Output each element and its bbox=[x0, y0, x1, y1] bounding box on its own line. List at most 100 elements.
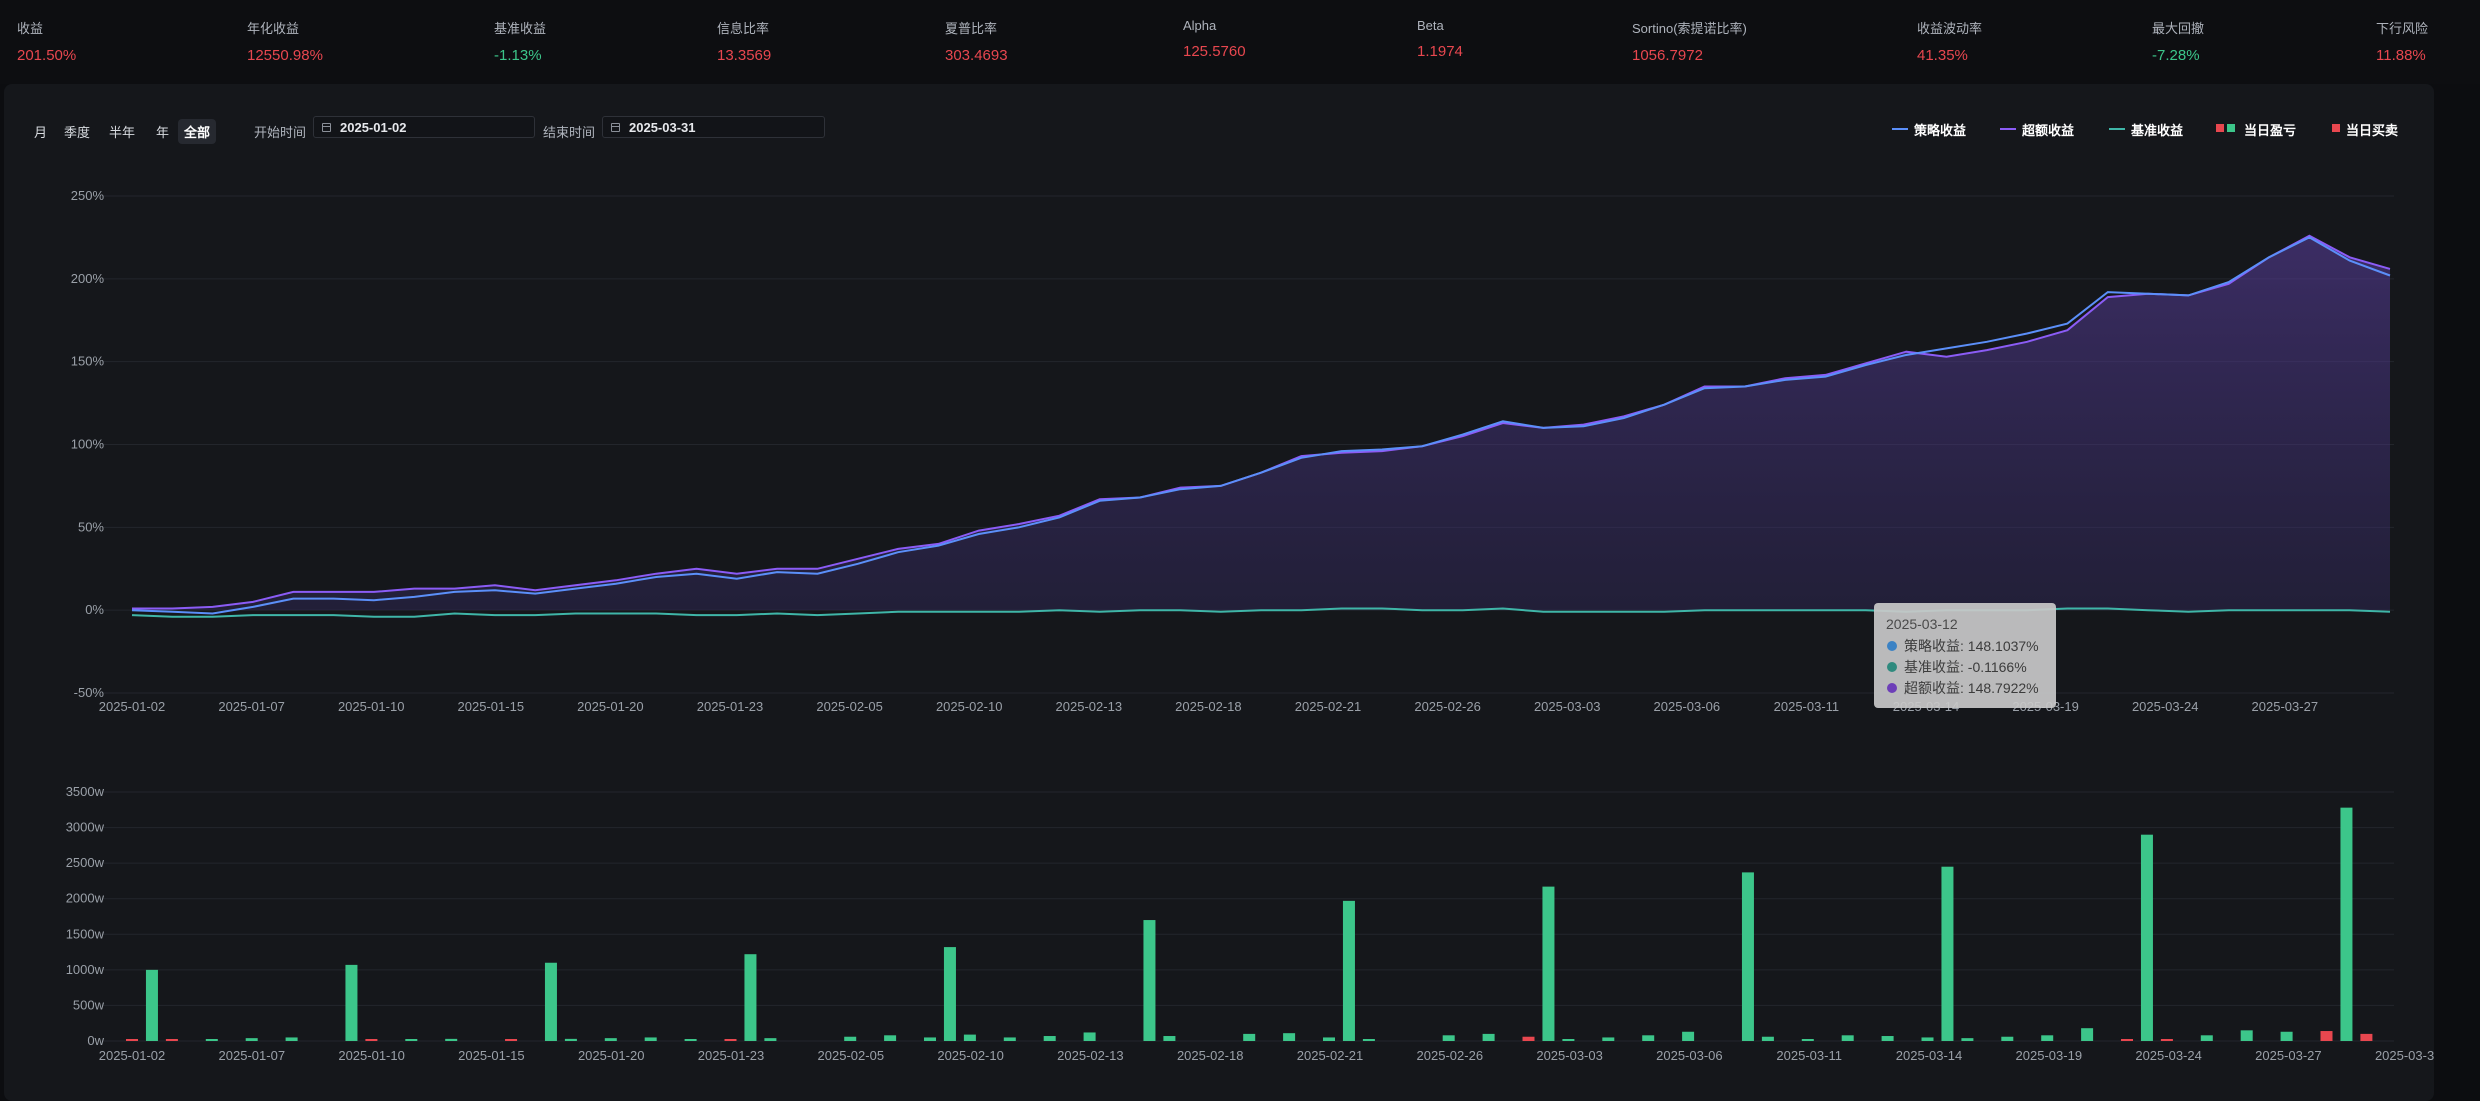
bar bbox=[844, 1036, 857, 1041]
x-tick-label: 2025-03-24 bbox=[2132, 699, 2199, 714]
y-tick-label: 0w bbox=[87, 1033, 104, 1048]
bar bbox=[2041, 1035, 2054, 1041]
bar bbox=[1243, 1033, 1256, 1041]
bar bbox=[1602, 1037, 1615, 1041]
bar bbox=[943, 947, 956, 1041]
bar bbox=[2001, 1036, 2014, 1041]
stat-value: -7.28% bbox=[2152, 47, 2200, 64]
x-tick-label: 2025-01-20 bbox=[577, 699, 644, 714]
x-tick-label: 2025-03-11 bbox=[1774, 699, 1840, 714]
x-tick-label: 2025-01-02 bbox=[99, 1048, 166, 1063]
stat-value: 11.88% bbox=[2376, 47, 2426, 64]
stat-2: 基准收益 -1.13% bbox=[494, 18, 546, 64]
stat-value: 303.4693 bbox=[945, 47, 1008, 64]
bar bbox=[405, 1039, 418, 1041]
bar bbox=[365, 1039, 378, 1041]
bar bbox=[884, 1035, 897, 1041]
x-tick-label: 2025-03-27 bbox=[2255, 1048, 2322, 1063]
bar bbox=[165, 1039, 178, 1041]
stat-value: 41.35% bbox=[1917, 47, 1968, 64]
bar bbox=[963, 1034, 976, 1041]
bar bbox=[1741, 872, 1754, 1041]
bar bbox=[1801, 1039, 1814, 1041]
x-tick-label: 2025-02-05 bbox=[818, 1048, 885, 1063]
x-tick-label: 2025-03-27 bbox=[2252, 699, 2319, 714]
stat-label: 基准收益 bbox=[494, 21, 547, 36]
bar bbox=[1323, 1037, 1335, 1041]
x-tick-label: 2025-02-21 bbox=[1295, 699, 1362, 714]
stats-bar: 收益 201.50% 年化收益 12550.98% 基准收益 -1.13% 信息比率 13.3… bbox=[0, 0, 2480, 84]
bar bbox=[1283, 1033, 1296, 1041]
bar bbox=[1542, 886, 1555, 1041]
x-tick-label: 2025-01-07 bbox=[219, 1048, 286, 1063]
x-tick-label: 2025-01-07 bbox=[218, 699, 285, 714]
x-tick-label: 2025-01-10 bbox=[338, 1048, 405, 1063]
stat-value: 1056.7972 bbox=[1632, 47, 1703, 64]
x-tick-label: 2025-03-11 bbox=[1776, 1048, 1842, 1063]
bar bbox=[1143, 920, 1156, 1041]
tooltip-row: 基准收益: -0.1166% bbox=[1904, 659, 2027, 675]
stat-value: 125.5760 bbox=[1183, 43, 1246, 60]
bar bbox=[1163, 1036, 1176, 1041]
x-tick-label: 2025-01-02 bbox=[99, 699, 166, 714]
stat-8: 收益波动率 41.35% bbox=[1917, 18, 1982, 64]
stat-value: 1.1974 bbox=[1417, 43, 1463, 60]
stat-1: 年化收益 12550.98% bbox=[247, 18, 323, 64]
x-tick-label: 2025-01-10 bbox=[338, 699, 405, 714]
y-tick-label: 100% bbox=[71, 437, 105, 452]
y-tick-label: 3000w bbox=[66, 820, 105, 835]
bar bbox=[1761, 1036, 1774, 1041]
stat-label: 收益 bbox=[17, 21, 44, 36]
stat-label: 收益波动率 bbox=[1917, 21, 1983, 36]
x-tick-label: 2025-02-26 bbox=[1414, 699, 1481, 714]
x-tick-label: 2025-01-20 bbox=[578, 1048, 645, 1063]
bar bbox=[1362, 1039, 1375, 1041]
y-tick-label: 0% bbox=[85, 602, 104, 617]
bar bbox=[2280, 1031, 2293, 1041]
bar bbox=[245, 1038, 258, 1041]
bar bbox=[724, 1039, 737, 1041]
stat-label: 年化收益 bbox=[247, 21, 300, 36]
stat-7: Sortino(索提诺比率) 1056.7972 bbox=[1632, 18, 1747, 64]
tooltip-row: 超额收益: 148.7922% bbox=[1904, 680, 2039, 696]
stat-value: -1.13% bbox=[494, 47, 542, 64]
x-tick-label: 2025-03-14 bbox=[1896, 1048, 1963, 1063]
excess-area bbox=[132, 235, 2390, 611]
bar bbox=[2200, 1035, 2213, 1041]
x-tick-label: 2025-02-18 bbox=[1177, 1048, 1244, 1063]
bar bbox=[205, 1039, 218, 1041]
x-tick-label: 2025-02-13 bbox=[1056, 699, 1123, 714]
stat-label: Alpha bbox=[1183, 18, 1217, 33]
stat-label: 下行风险 bbox=[2376, 21, 2429, 36]
y-tick-label: -50% bbox=[74, 685, 105, 700]
tooltip-row: 策略收益: 148.1037% bbox=[1904, 638, 2039, 654]
stat-label: 信息比率 bbox=[717, 21, 770, 36]
bar bbox=[1083, 1032, 1096, 1041]
x-tick-label: 2025-02-18 bbox=[1175, 699, 1242, 714]
tooltip-date: 2025-03-12 bbox=[1886, 616, 1958, 632]
chart-tooltip: 2025-03-12 策略收益: 148.1037% 基准收益: -0.1166% 超… bbox=[1874, 603, 2056, 708]
bar bbox=[1482, 1033, 1495, 1041]
bar bbox=[345, 964, 358, 1041]
x-tick-label: 2025-01-15 bbox=[458, 1048, 525, 1063]
tooltip-marker-icon bbox=[1887, 683, 1897, 693]
x-tick-label: 2025-03-31 bbox=[2375, 1048, 2434, 1063]
bar bbox=[684, 1039, 697, 1041]
tooltip-marker-icon bbox=[1887, 641, 1897, 651]
stat-5: Alpha 125.5760 bbox=[1183, 18, 1246, 60]
bar bbox=[1841, 1035, 1854, 1041]
stat-4: 夏普比率 303.4693 bbox=[945, 18, 1008, 64]
x-tick-label: 2025-03-06 bbox=[1654, 699, 1721, 714]
stat-value: 201.50% bbox=[17, 47, 77, 64]
bar bbox=[1522, 1036, 1535, 1041]
bar bbox=[1003, 1037, 1016, 1041]
x-tick-label: 2025-01-23 bbox=[698, 1048, 765, 1063]
x-tick-label: 2025-01-23 bbox=[697, 699, 764, 714]
x-tick-label: 2025-03-03 bbox=[1536, 1048, 1603, 1063]
bar bbox=[2360, 1033, 2373, 1041]
y-tick-label: 3500w bbox=[66, 784, 105, 799]
y-tick-label: 1000w bbox=[66, 962, 105, 977]
bar bbox=[2121, 1039, 2133, 1041]
bar bbox=[1682, 1031, 1695, 1041]
x-tick-label: 2025-02-21 bbox=[1297, 1048, 1364, 1063]
